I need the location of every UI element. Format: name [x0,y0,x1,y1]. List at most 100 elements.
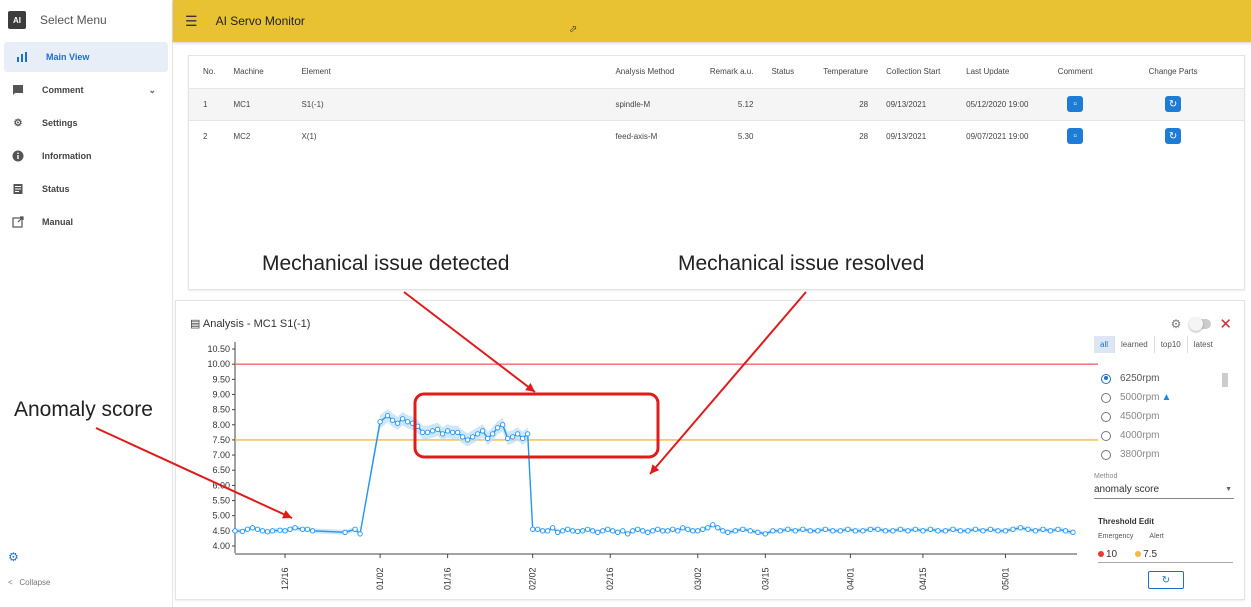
data-point [474,431,481,437]
data-point [384,413,391,419]
data-point [439,431,446,437]
data-point [660,528,666,534]
y-tick-label: 7.00 [212,450,230,460]
x-tick-label: 02/16 [605,567,615,590]
data-point [837,528,844,534]
data-point [675,528,681,534]
data-point [555,529,561,535]
data-point [725,529,731,535]
data-point [342,529,348,535]
data-point [580,528,586,534]
data-point [635,526,641,532]
data-point [309,528,316,534]
data-point [920,528,926,534]
x-tick-label: 04/01 [845,567,855,590]
y-tick-label: 10.50 [207,344,230,354]
data-point [732,528,738,534]
anomaly-series-line [234,414,1074,536]
data-point [259,528,266,534]
data-point [429,428,436,434]
data-point [860,528,866,534]
data-point [670,526,676,532]
data-point [500,422,506,428]
data-point [897,526,904,532]
data-point [957,528,964,534]
data-point [1047,528,1054,534]
x-tick-label: 03/15 [760,567,770,590]
data-point [762,531,768,537]
annotation-resolved: Mechanical issue resolved [678,252,925,275]
y-tick-label: 8.50 [212,405,230,415]
data-point [520,435,526,442]
data-point [1055,526,1061,532]
data-point [287,526,293,532]
data-point [399,416,406,422]
data-point [565,526,571,532]
y-tick-label: 8.00 [212,420,230,430]
data-point [282,528,288,534]
data-point [459,434,466,440]
data-point [232,528,238,534]
data-point [882,528,889,534]
y-tick-label: 5.00 [212,511,230,521]
data-point [239,528,246,535]
data-point [705,525,711,531]
data-point [292,525,298,531]
data-point [244,526,251,532]
data-point [540,528,546,534]
data-point [389,417,396,423]
arrow-resolved [649,291,807,475]
data-point [1010,526,1016,532]
data-point [665,528,671,534]
data-point [950,526,956,532]
data-point [830,528,836,534]
confidence-band [235,409,1073,537]
data-point [630,528,636,534]
data-point [690,528,696,534]
data-point [404,419,411,425]
data-point [650,528,656,534]
data-point [1032,528,1039,534]
data-point [444,428,451,434]
data-point [545,528,551,534]
data-point [510,434,516,440]
data-point [965,528,971,534]
data-point [680,525,686,531]
data-point [777,528,783,534]
x-tick-label: 02/02 [528,567,538,590]
annotation-anomaly: Anomaly score [14,398,153,421]
data-point [352,526,358,532]
data-point [740,526,746,532]
data-point [304,526,311,532]
data-point [530,526,536,532]
data-point [715,525,721,531]
y-tick-label: 9.50 [212,374,230,384]
data-point [550,525,556,531]
x-tick-label: 01/16 [443,567,453,590]
data-point [995,528,1001,534]
anomaly-chart: 4.004.505.005.506.006.507.007.508.008.50… [95,291,1098,590]
data-point [747,528,753,534]
data-point [605,526,611,532]
data-point [377,419,383,425]
data-point [972,526,979,532]
data-point [595,529,601,535]
data-point [1040,526,1046,532]
data-point [495,425,501,431]
data-point [822,526,829,532]
data-point [890,528,896,534]
data-point [419,429,426,436]
y-tick-label: 5.50 [212,496,230,506]
data-point [845,526,851,532]
data-point [570,528,576,534]
arrow-detected-head [525,382,535,392]
data-point [987,526,994,532]
data-point [277,527,283,533]
data-point [625,531,631,537]
y-tick-label: 7.50 [212,435,230,445]
data-point [249,525,256,531]
data-point [560,528,566,534]
x-tick-label: 03/02 [693,567,703,590]
data-point [490,431,496,437]
data-point [875,526,881,532]
